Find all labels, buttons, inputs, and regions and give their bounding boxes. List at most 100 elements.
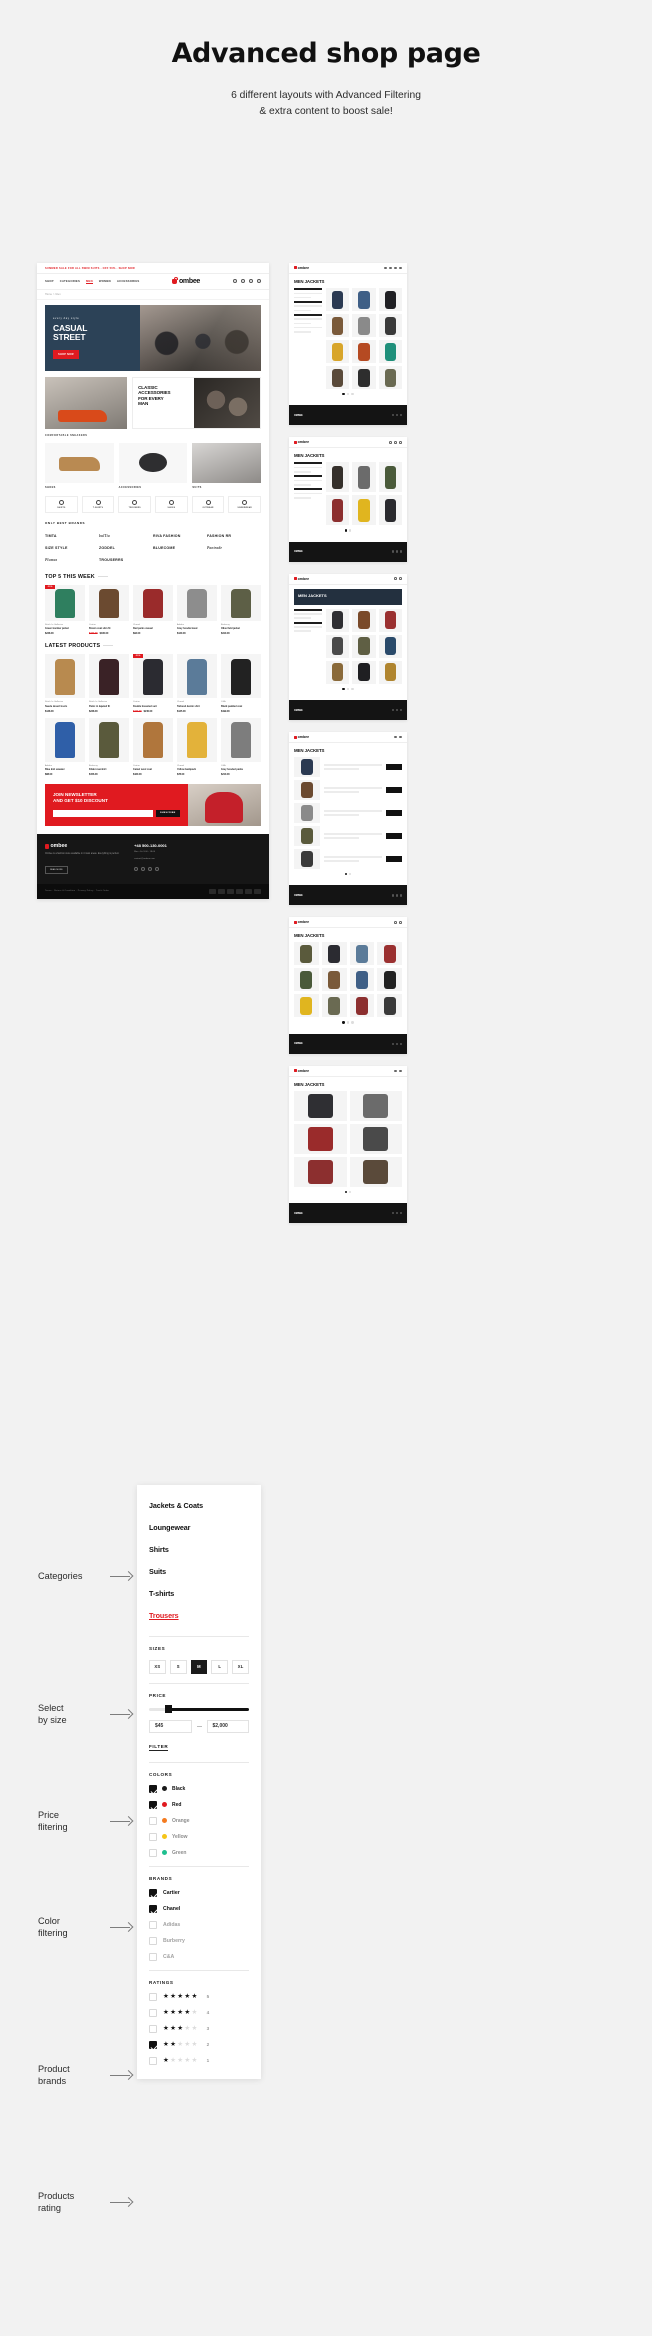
accessories-banner[interactable]: CLASSIC ACCESSORIES FOR EVERY MAN: [132, 376, 261, 429]
footer-email[interactable]: contact@ombee.com: [134, 858, 261, 862]
list-item[interactable]: [294, 849, 402, 870]
checkbox[interactable]: [149, 2056, 157, 2065]
variant-product[interactable]: [294, 1123, 347, 1154]
page-dot[interactable]: [342, 392, 345, 396]
variant-product[interactable]: [378, 495, 402, 526]
twitter-icon[interactable]: [395, 1042, 399, 1046]
variant-product[interactable]: [326, 634, 350, 658]
list-item[interactable]: [294, 757, 402, 778]
variant-product[interactable]: [352, 313, 376, 337]
brand-logo-3[interactable]: FASHION RR: [207, 530, 261, 542]
twitter-icon[interactable]: [395, 1212, 399, 1215]
facebook-icon[interactable]: [391, 414, 395, 417]
variant-product[interactable]: [321, 968, 347, 992]
variant-product[interactable]: [352, 365, 376, 389]
product-card[interactable]: Adidas Grey hoodie basic $120.00: [177, 584, 217, 635]
checkbox[interactable]: [149, 1784, 157, 1793]
instagram-icon[interactable]: [399, 1212, 402, 1215]
rating-option-3[interactable]: ★★★★★ 3: [149, 2025, 249, 2033]
search-icon[interactable]: [394, 1069, 397, 1073]
variant-product[interactable]: [349, 994, 375, 1018]
facebook-icon[interactable]: [391, 894, 395, 897]
checkbox[interactable]: [149, 1904, 157, 1913]
instagram-icon[interactable]: [399, 1042, 402, 1046]
circle-tshirts[interactable]: T-SHIRTS: [81, 495, 115, 513]
variant-product[interactable]: [378, 313, 402, 337]
tile-suits[interactable]: [192, 442, 262, 483]
product-card[interactable]: Burberry Olive field jacket $310.00: [221, 584, 261, 635]
variant-card-3[interactable]: ombee MEN JACKETS OMBEE: [289, 573, 407, 721]
variant-product[interactable]: [294, 1156, 347, 1187]
checkbox[interactable]: [149, 1992, 157, 2001]
variant-product[interactable]: [326, 313, 350, 337]
size-option-m[interactable]: M: [190, 1659, 208, 1674]
search-icon[interactable]: [394, 577, 397, 580]
list-item[interactable]: [294, 780, 402, 801]
variant-product[interactable]: [378, 365, 402, 389]
color-option-red[interactable]: Red: [149, 1800, 249, 1809]
variant-product[interactable]: [377, 968, 402, 992]
variant-product[interactable]: [326, 339, 350, 363]
variant-product[interactable]: [326, 287, 350, 311]
checkbox[interactable]: [149, 1920, 157, 1929]
product-card[interactable]: C&A Black padded coat $199.00: [221, 654, 261, 713]
price-min-input[interactable]: $45: [149, 1719, 192, 1733]
instagram-icon[interactable]: [399, 894, 402, 897]
rating-option-5[interactable]: ★★★★★ 5: [149, 1993, 249, 2001]
page-dot[interactable]: [344, 1190, 347, 1194]
brand-logo-6[interactable]: BLUECOME: [153, 542, 207, 554]
page-dot[interactable]: [344, 529, 347, 532]
page-dot[interactable]: [351, 1021, 354, 1024]
cart-icon[interactable]: [399, 921, 402, 924]
category-shirts[interactable]: Shirts: [149, 1539, 249, 1561]
twitter-icon[interactable]: [395, 894, 399, 897]
category-loungewear[interactable]: Loungewear: [149, 1517, 249, 1539]
product-card[interactable]: Chanel Yellow backpack $78.00: [177, 717, 217, 776]
footer-read-more-button[interactable]: READ MORE: [45, 866, 68, 875]
variant-product[interactable]: [294, 968, 319, 992]
variant-product[interactable]: [349, 942, 375, 966]
facebook-icon[interactable]: [391, 1212, 395, 1215]
facebook-icon[interactable]: [134, 867, 139, 872]
variant-product[interactable]: [326, 608, 350, 632]
page-dot[interactable]: [346, 687, 350, 691]
brand-logo-4[interactable]: SIZE STYLE: [45, 542, 99, 554]
dual-banner[interactable]: CLASSIC ACCESSORIES FOR EVERY MAN: [45, 376, 261, 429]
product-card[interactable]: Adidas Blue knit sweater $88.00: [45, 717, 85, 776]
brand-logo-8[interactable]: Plumas: [45, 554, 99, 566]
product-card[interactable]: C&A Grey hooded parka $210.00: [221, 717, 261, 776]
variant-product[interactable]: [349, 1156, 402, 1187]
variant-card-1[interactable]: ombee MEN JACKETS OMBEE: [289, 262, 407, 426]
brand-logo-5[interactable]: ZODDEL: [99, 542, 153, 554]
page-dot[interactable]: [342, 687, 345, 691]
variant-product[interactable]: [352, 634, 376, 658]
list-item[interactable]: [294, 803, 402, 824]
variant-card-4[interactable]: ombee MEN JACKETS OMBEE: [289, 732, 407, 906]
cart-icon[interactable]: [256, 279, 261, 284]
variant-hero-banner[interactable]: MEN JACKETS: [294, 588, 402, 605]
facebook-icon[interactable]: [391, 1042, 395, 1046]
variant-product[interactable]: [352, 462, 376, 493]
size-option-xs[interactable]: XS: [149, 1659, 166, 1674]
color-option-black[interactable]: Black: [149, 1784, 249, 1793]
newsletter-subscribe-button[interactable]: SUBSCRIBE: [155, 809, 180, 817]
twitter-icon[interactable]: [395, 708, 399, 712]
facebook-icon[interactable]: [391, 550, 395, 553]
nav-item-categories[interactable]: CATEGORIES: [60, 279, 80, 283]
search-icon[interactable]: [232, 279, 237, 284]
checkbox[interactable]: [149, 1816, 157, 1825]
product-card[interactable]: -30% Stitch In Galleries Green bomber jack…: [45, 584, 85, 635]
price-range-slider[interactable]: [149, 1705, 249, 1714]
slider-handle[interactable]: [165, 1705, 172, 1714]
variant-product[interactable]: [294, 1090, 347, 1121]
user-icon[interactable]: [394, 441, 397, 444]
variant-product[interactable]: [378, 339, 402, 363]
tile-accessories[interactable]: [118, 442, 188, 483]
instagram-icon[interactable]: [399, 414, 402, 417]
facebook-icon[interactable]: [391, 708, 395, 712]
footer-bottom-links[interactable]: Terms · Return & Condition · Privacy Pol…: [45, 890, 109, 892]
variant-product[interactable]: [326, 660, 350, 684]
rating-option-1[interactable]: ★★★★★ 1: [149, 2057, 249, 2065]
pinterest-icon[interactable]: [155, 867, 160, 872]
category-jackets-coats[interactable]: Jackets & Coats: [149, 1495, 249, 1517]
